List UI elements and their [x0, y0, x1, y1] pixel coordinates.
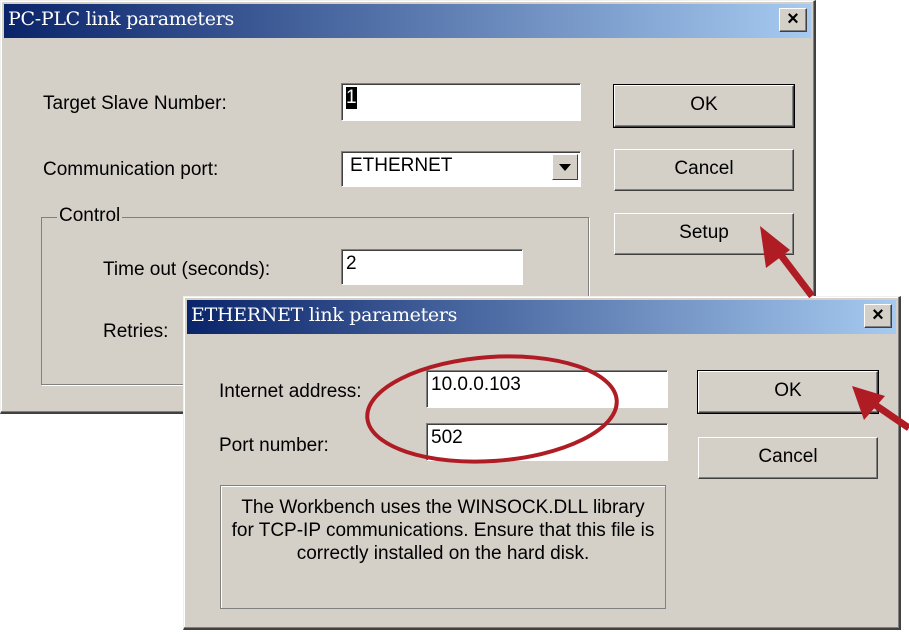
- ok-button-label: OK: [774, 380, 802, 401]
- comm-port-select[interactable]: ETHERNET: [341, 151, 581, 187]
- target-slave-value: 1: [346, 87, 357, 109]
- close-icon: ×: [872, 304, 884, 326]
- retries-label: Retries:: [103, 321, 169, 342]
- setup-button[interactable]: Setup: [614, 213, 794, 255]
- dropdown-button[interactable]: [552, 154, 578, 180]
- cancel-button[interactable]: Cancel: [698, 437, 878, 479]
- comm-port-label: Communication port:: [43, 159, 219, 180]
- setup-button-label: Setup: [679, 222, 729, 243]
- ok-button-label: OK: [690, 94, 718, 115]
- timeout-input[interactable]: 2: [341, 249, 523, 285]
- close-button[interactable]: ×: [864, 304, 892, 328]
- target-slave-input[interactable]: 1: [341, 83, 581, 121]
- close-icon: ×: [787, 8, 799, 30]
- target-slave-label: Target Slave Number:: [43, 93, 227, 114]
- internet-address-input[interactable]: 10.0.0.103: [426, 370, 668, 408]
- timeout-label: Time out (seconds):: [103, 259, 271, 280]
- cancel-button-label: Cancel: [758, 446, 818, 467]
- port-number-value: 502: [431, 427, 463, 448]
- close-button[interactable]: ×: [779, 8, 807, 32]
- internet-address-value: 10.0.0.103: [431, 374, 521, 395]
- ok-button[interactable]: OK: [697, 370, 879, 414]
- winsock-note: The Workbench uses the WINSOCK.DLL libra…: [220, 485, 666, 609]
- cancel-button-label: Cancel: [674, 158, 734, 179]
- ethernet-dialog: ETHERNET link parameters × Internet addr…: [183, 296, 901, 630]
- timeout-value: 2: [346, 253, 357, 274]
- chevron-down-icon: [559, 164, 571, 171]
- pc-plc-title: PC-PLC link parameters: [8, 8, 234, 30]
- internet-address-label: Internet address:: [219, 381, 362, 402]
- control-group-title: Control: [57, 205, 123, 227]
- ethernet-title: ETHERNET link parameters: [191, 304, 458, 326]
- comm-port-value: ETHERNET: [350, 155, 453, 176]
- pc-plc-titlebar[interactable]: PC-PLC link parameters ×: [4, 4, 811, 38]
- port-number-input[interactable]: 502: [426, 423, 668, 461]
- winsock-note-text: The Workbench uses the WINSOCK.DLL libra…: [231, 497, 655, 564]
- ok-button[interactable]: OK: [613, 84, 795, 128]
- ethernet-titlebar[interactable]: ETHERNET link parameters ×: [187, 300, 896, 334]
- port-number-label: Port number:: [219, 435, 329, 456]
- cancel-button[interactable]: Cancel: [614, 149, 794, 191]
